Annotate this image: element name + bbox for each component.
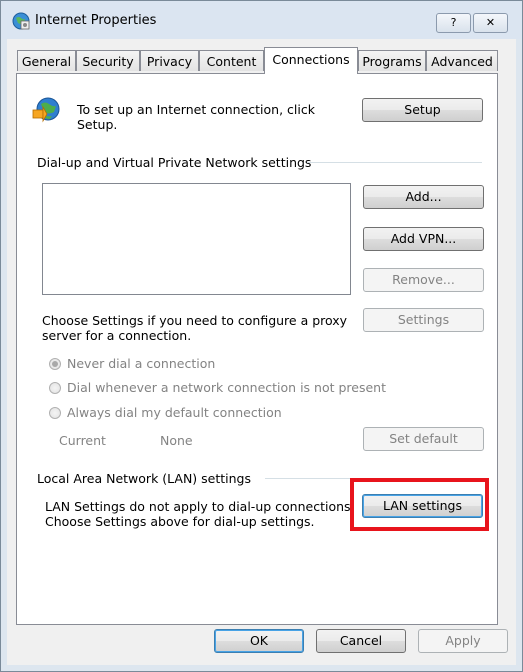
radio-dial-whenever-label: Dial whenever a network connection is no… <box>67 380 386 395</box>
network-globe-icon <box>32 97 60 123</box>
dialup-separator <box>307 162 482 163</box>
window-title: Internet Properties <box>35 13 157 28</box>
tab-programs[interactable]: Programs <box>358 50 426 71</box>
globe-gear-icon <box>12 12 30 30</box>
tab-general[interactable]: General <box>17 50 76 71</box>
tab-connections[interactable]: Connections <box>264 47 358 74</box>
current-value: None <box>160 433 193 448</box>
current-label: Current <box>59 433 106 448</box>
remove-button[interactable]: Remove... <box>363 268 484 292</box>
close-button[interactable]: ✕ <box>473 13 508 33</box>
tab-advanced[interactable]: Advanced <box>426 50 498 71</box>
tab-content[interactable]: Content <box>199 50 264 71</box>
setup-text-line1: To set up an Internet connection, click <box>77 102 315 117</box>
dialog-client: General Security Privacy Content Connect… <box>7 39 516 665</box>
title-bar: Internet Properties ? ✕ <box>1 1 522 39</box>
lan-heading: Local Area Network (LAN) settings <box>37 471 252 486</box>
add-button[interactable]: Add... <box>363 185 484 209</box>
dialup-heading: Dial-up and Virtual Private Network sett… <box>37 155 312 170</box>
radio-never-dial[interactable] <box>49 358 61 370</box>
add-vpn-button[interactable]: Add VPN... <box>363 227 484 251</box>
setup-button[interactable]: Setup <box>362 98 483 122</box>
radio-always-dial[interactable] <box>49 407 61 419</box>
radio-never-dial-label: Never dial a connection <box>67 356 216 371</box>
set-default-button[interactable]: Set default <box>363 427 484 451</box>
close-icon: ✕ <box>485 16 496 29</box>
internet-properties-window: Internet Properties ? ✕ General Security… <box>0 0 523 672</box>
ok-button[interactable]: OK <box>214 629 304 653</box>
lan-text-line1: LAN Settings do not apply to dial-up con… <box>45 499 355 514</box>
tab-security[interactable]: Security <box>76 50 140 71</box>
proxy-settings-button[interactable]: Settings <box>363 308 484 332</box>
cancel-button[interactable]: Cancel <box>316 629 406 653</box>
connections-listbox[interactable] <box>42 183 351 295</box>
help-button[interactable]: ? <box>436 13 471 33</box>
tab-privacy[interactable]: Privacy <box>140 50 199 71</box>
setup-text-line2: Setup. <box>77 117 118 132</box>
connections-panel: To set up an Internet connection, click … <box>16 73 498 625</box>
lan-settings-highlight <box>350 478 489 531</box>
proxy-text-line1: Choose Settings if you need to configure… <box>42 313 348 328</box>
proxy-text-line2: server for a connection. <box>42 328 192 343</box>
radio-dial-whenever[interactable] <box>49 382 61 394</box>
apply-button[interactable]: Apply <box>418 629 508 653</box>
radio-always-dial-label: Always dial my default connection <box>67 405 282 420</box>
lan-text-line2: Choose Settings above for dial-up settin… <box>45 514 315 529</box>
